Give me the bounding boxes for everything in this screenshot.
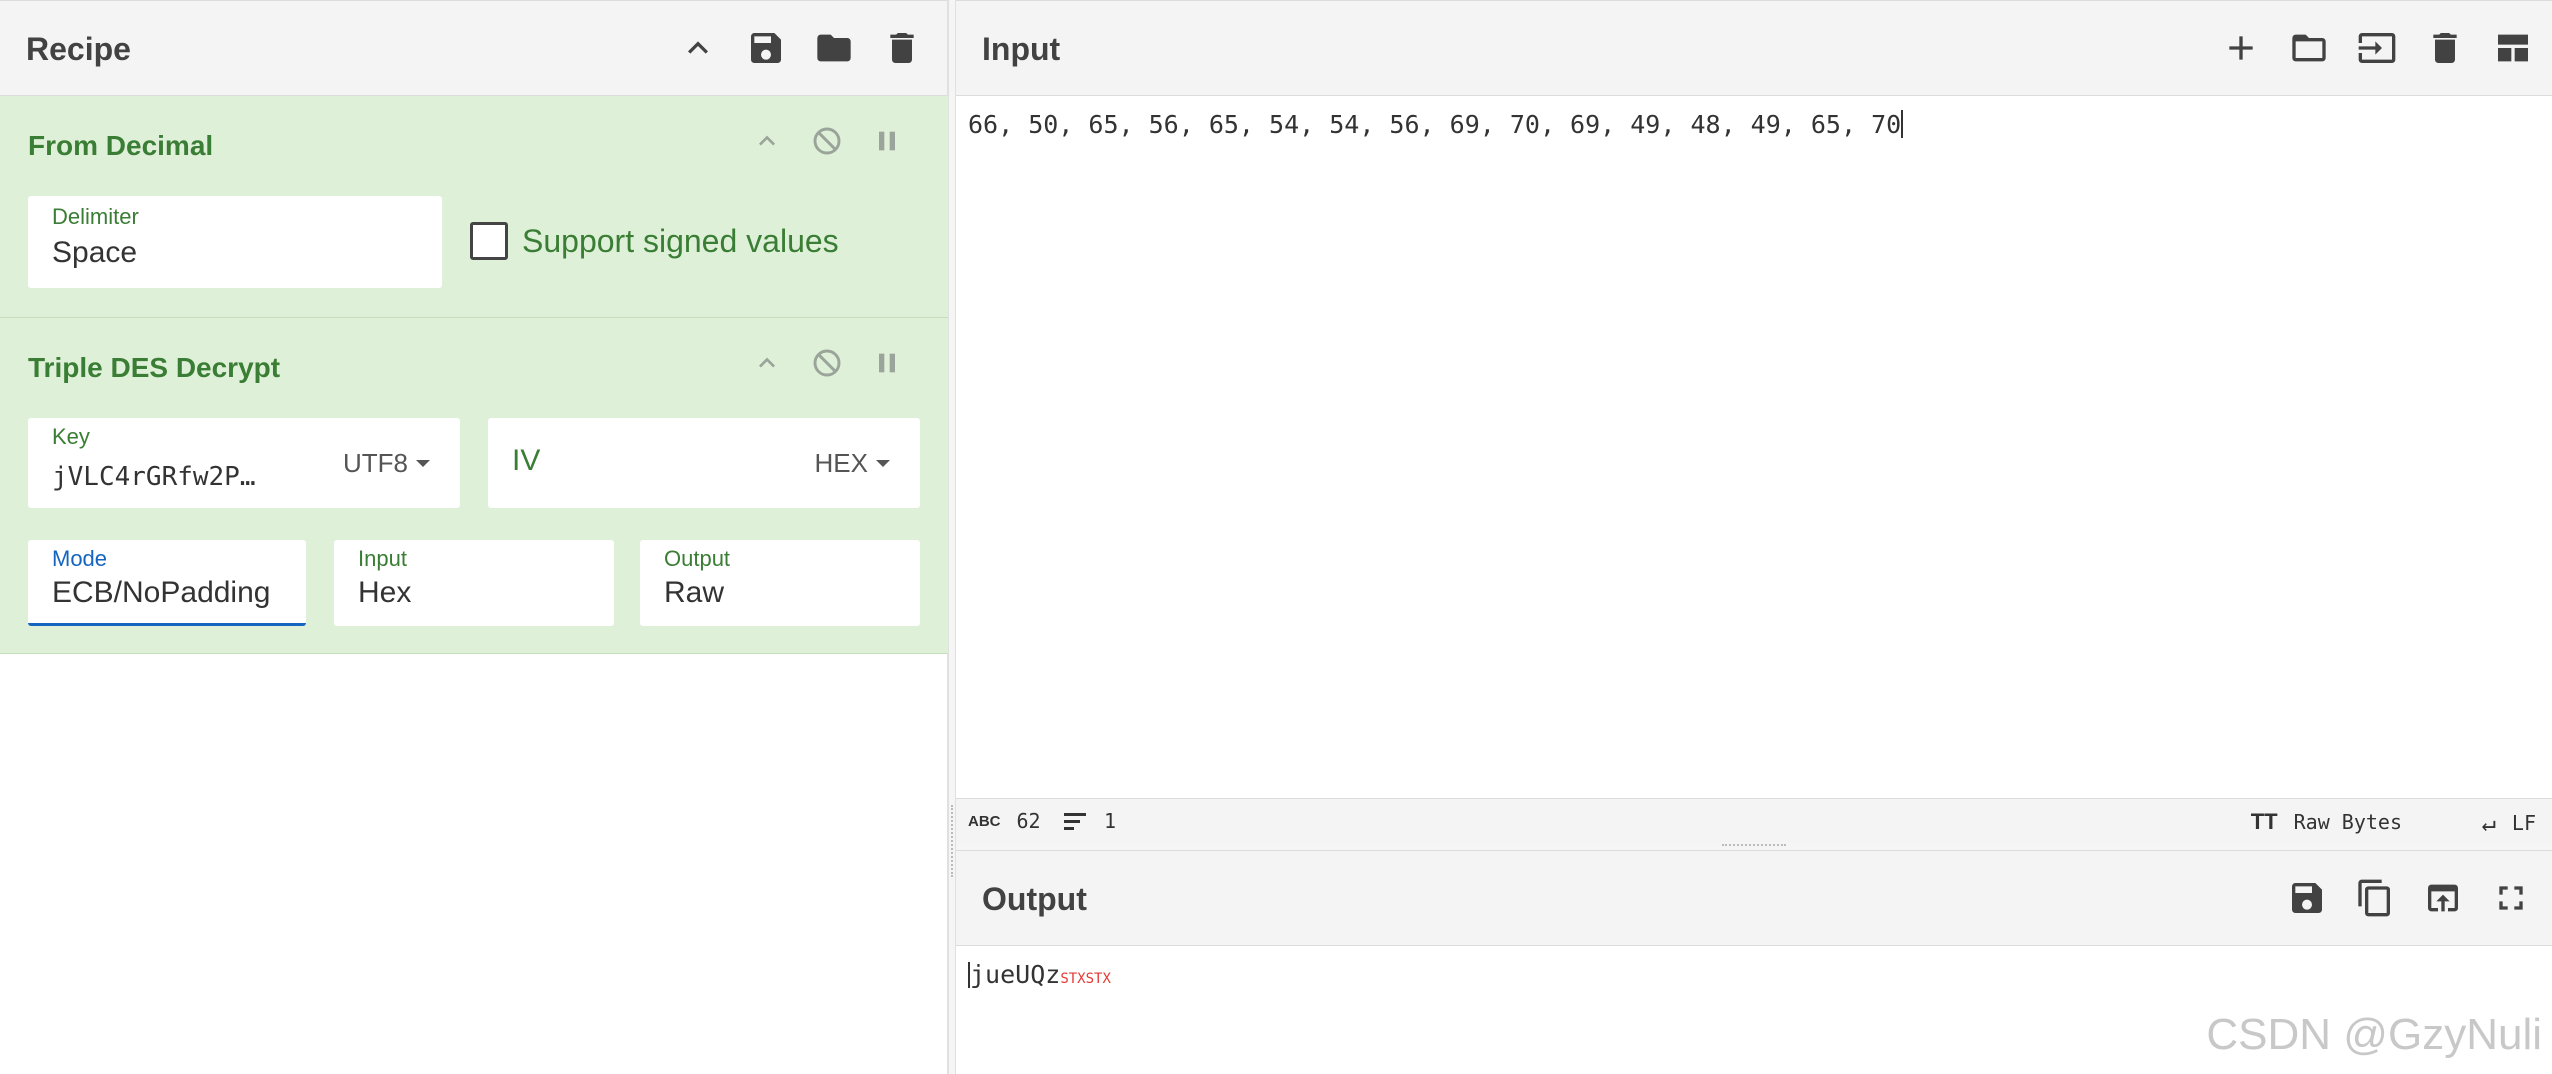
control-chars: STXSTX <box>1060 971 1111 987</box>
io-pane: Input 66, 50, 65, 56, 65, 54, 54, 56, 69… <box>956 0 2552 1074</box>
mode-field[interactable]: Mode ECB/NoPadding <box>28 540 306 626</box>
recipe-title: Recipe <box>26 31 131 67</box>
operation-from-decimal[interactable]: From Decimal Delimiter Space Support sig… <box>0 96 948 318</box>
collapse-chevron-up-icon[interactable] <box>750 124 784 158</box>
output-format-field[interactable]: Output Raw <box>640 540 920 626</box>
caret-down-icon <box>416 460 430 467</box>
eol-value: LF <box>2511 811 2536 835</box>
load-recipe-folder-icon[interactable] <box>813 27 855 69</box>
output-format-label: Output <box>664 546 731 571</box>
key-encoding-dropdown[interactable]: UTF8 <box>343 448 430 479</box>
breakpoint-pause-icon[interactable] <box>870 346 904 380</box>
recipe-pane: Recipe From Decimal Delimiter Space Supp… <box>0 0 948 1074</box>
char-count-value: 62 <box>1016 809 1041 833</box>
iv-label: IV <box>512 444 541 477</box>
open-file-import-icon[interactable] <box>2356 27 2398 69</box>
mode-value: ECB/NoPadding <box>52 576 271 609</box>
clear-recipe-trash-icon[interactable] <box>881 27 923 69</box>
support-signed-values-label: Support signed values <box>522 222 839 259</box>
recipe-header: Recipe <box>0 0 947 96</box>
caret-down-icon <box>876 460 890 467</box>
iv-encoding-value: HEX <box>814 448 868 478</box>
support-signed-values-option[interactable]: Support signed values <box>470 222 839 260</box>
encoding-selector[interactable]: TT Raw Bytes <box>2251 809 2402 835</box>
collapse-chevron-up-icon[interactable] <box>750 346 784 380</box>
key-field[interactable]: Key jVLC4rGRfw2P… UTF8 <box>28 418 460 508</box>
add-tab-plus-icon[interactable] <box>2220 27 2262 69</box>
reset-layout-icon[interactable] <box>2492 27 2534 69</box>
line-count: 1 <box>1064 809 1116 833</box>
char-count: ABC 62 <box>968 809 1041 833</box>
breakpoint-pause-icon[interactable] <box>870 124 904 158</box>
key-value[interactable]: jVLC4rGRfw2P… <box>52 462 302 492</box>
replace-input-with-output-icon[interactable] <box>2422 877 2464 919</box>
operation-title: Triple DES Decrypt <box>28 352 281 383</box>
input-textarea[interactable]: 66, 50, 65, 56, 65, 54, 54, 56, 69, 70, … <box>956 96 2552 798</box>
io-resizer[interactable] <box>956 842 2552 850</box>
output-textarea[interactable]: jueUQzSTXSTX CSDN @GzyNuli <box>956 946 2552 1074</box>
line-count-value: 1 <box>1104 809 1117 833</box>
input-status-bar: ABC 62 1 TT Raw Bytes ↵ LF <box>956 798 2552 842</box>
operation-title: From Decimal <box>28 130 214 161</box>
lines-icon <box>1064 812 1088 830</box>
key-encoding-value: UTF8 <box>343 448 408 478</box>
input-header: Input <box>956 0 2552 96</box>
input-text[interactable]: 66, 50, 65, 56, 65, 54, 54, 56, 69, 70, … <box>968 110 1904 139</box>
eol-selector[interactable]: ↵ LF <box>2481 809 2536 837</box>
input-title: Input <box>982 31 1061 67</box>
disable-operation-icon[interactable] <box>810 124 844 158</box>
input-format-value: Hex <box>358 576 412 609</box>
support-signed-values-checkbox[interactable] <box>470 222 508 260</box>
pane-resizer[interactable] <box>948 0 956 1074</box>
delimiter-value: Space <box>52 236 138 269</box>
output-header: Output <box>956 850 2552 946</box>
collapse-all-chevron-up-icon[interactable] <box>677 27 719 69</box>
copy-output-icon[interactable] <box>2354 877 2396 919</box>
key-label: Key <box>52 424 90 449</box>
encoding-value: Raw Bytes <box>2293 810 2402 834</box>
abc-icon: ABC <box>968 812 1001 830</box>
iv-field[interactable]: IV HEX <box>488 418 920 508</box>
save-recipe-icon[interactable] <box>745 27 787 69</box>
clear-input-trash-icon[interactable] <box>2424 27 2466 69</box>
output-title: Output <box>982 881 1087 917</box>
text-cursor <box>1901 110 1904 138</box>
text-encoding-icon: TT <box>2250 809 2278 834</box>
output-text[interactable]: jueUQzSTXSTX <box>968 960 1111 989</box>
operation-triple-des-decrypt[interactable]: Triple DES Decrypt Key jVLC4rGRfw2P… UTF… <box>0 318 948 654</box>
delimiter-field[interactable]: Delimiter Space <box>28 196 442 288</box>
input-format-label: Input <box>358 546 407 571</box>
disable-operation-icon[interactable] <box>810 346 844 380</box>
return-arrow-icon: ↵ <box>2481 809 2496 837</box>
watermark: CSDN @GzyNuli <box>2206 1010 2542 1059</box>
maximise-output-fullscreen-icon[interactable] <box>2490 877 2532 919</box>
delimiter-label: Delimiter <box>52 204 139 229</box>
save-output-icon[interactable] <box>2286 877 2328 919</box>
open-folder-icon[interactable] <box>2288 27 2330 69</box>
output-format-value: Raw <box>664 576 725 609</box>
input-format-field[interactable]: Input Hex <box>334 540 614 626</box>
mode-label: Mode <box>52 546 108 571</box>
iv-encoding-dropdown[interactable]: HEX <box>815 448 890 479</box>
